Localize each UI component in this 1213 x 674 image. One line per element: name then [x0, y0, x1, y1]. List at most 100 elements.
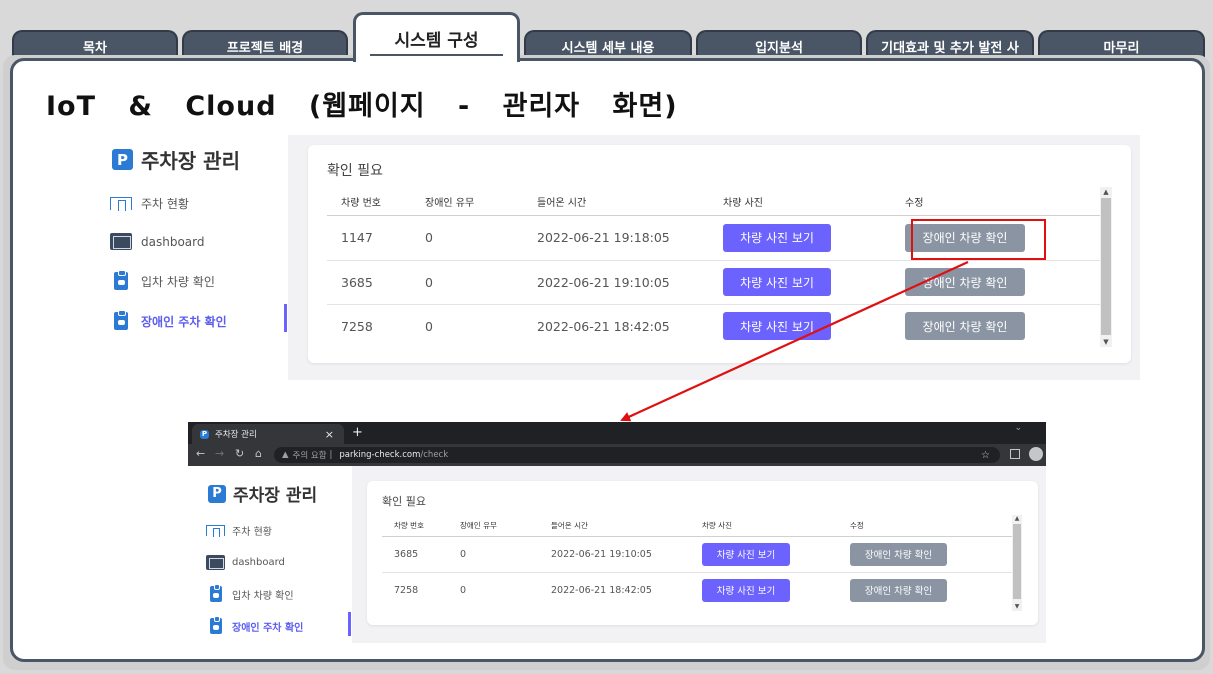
scrollbar-thumb[interactable] — [1013, 524, 1021, 599]
table-header: 차량 번호 장애인 유무 들어온 시간 차량 사진 수정 — [382, 515, 1012, 537]
clipboard-icon — [114, 309, 128, 330]
table-scrollbar[interactable]: ▲ ▼ — [1100, 187, 1112, 347]
active-tab-underline — [370, 54, 503, 56]
parking-logo-icon: P — [200, 429, 209, 439]
scroll-up-icon[interactable]: ▲ — [1100, 187, 1112, 197]
dashboard-icon — [206, 555, 225, 570]
app-logo: P 주차장 관리 — [208, 481, 317, 506]
app-sidebar: P 주차장 관리 주차 현황 dashboard 입차 차량 확인 장애인 주차… — [90, 135, 287, 380]
star-icon[interactable]: ☆ — [981, 450, 990, 461]
browser-window: P 주차장 관리 × + ⌄ ← → ↻ ⌂ ▲ 주의 요함 | parking… — [188, 422, 1046, 643]
view-photo-button[interactable]: 차량 사진 보기 — [702, 542, 790, 566]
col-disabled: 장애인 유무 — [425, 189, 537, 216]
address-bar[interactable]: ▲ 주의 요함 | parking-check.com/check ☆ — [274, 447, 1000, 463]
confirm-disabled-button[interactable]: 장애인 차량 확인 — [905, 312, 1025, 341]
clipboard-icon — [210, 616, 222, 634]
security-warning: 주의 요함 — [292, 451, 327, 461]
col-number: 차량 번호 — [327, 189, 425, 216]
browser-tab-title: 주차장 관리 — [215, 430, 257, 440]
sidebar-item-entry-check[interactable]: 입차 차량 확인 — [210, 584, 294, 602]
home-icon[interactable]: ⌂ — [255, 447, 262, 460]
browser-tab[interactable]: P 주차장 관리 × — [192, 424, 344, 444]
card-title: 확인 필요 — [327, 163, 383, 179]
scroll-down-icon[interactable]: ▼ — [1012, 603, 1022, 611]
parking-gate-icon — [110, 197, 132, 211]
sidebar-item-label: 주차 현황 — [232, 527, 272, 538]
cell-time: 2022-06-21 18:42:05 — [537, 318, 670, 334]
cell-time: 2022-06-21 19:18:05 — [537, 215, 723, 261]
table-scrollbar[interactable]: ▲ ▼ — [1012, 515, 1022, 611]
sidebar-item-entry-check[interactable]: 입차 차량 확인 — [114, 269, 215, 290]
table-row: 3685 0 2022-06-21 19:10:05 차량 사진 보기 장애인 … — [382, 536, 1012, 573]
sidebar-item-parking-status[interactable]: 주차 현황 — [206, 523, 272, 538]
view-photo-button[interactable]: 차량 사진 보기 — [723, 312, 831, 341]
slide-title: IoT & Cloud (웹페이지 - 관리자 화면) — [46, 91, 678, 122]
cell-disabled: 0 — [425, 260, 537, 305]
clipboard-icon — [114, 269, 128, 290]
warning-icon: ▲ — [282, 450, 289, 460]
highlight-box — [911, 219, 1046, 260]
col-number: 차량 번호 — [382, 515, 460, 537]
view-photo-button[interactable]: 차량 사진 보기 — [723, 223, 831, 252]
reload-icon[interactable]: ↻ — [235, 447, 244, 460]
sidebar-item-disabled-parking[interactable]: 장애인 주차 확인 — [114, 309, 227, 330]
scroll-up-icon[interactable]: ▲ — [1012, 515, 1022, 523]
cell-number: 7258 — [394, 584, 419, 596]
confirm-disabled-button[interactable]: 장애인 차량 확인 — [850, 578, 947, 602]
app-sidebar: P 주차장 관리 주차 현황 dashboard 입차 차량 확인 장애인 주차… — [188, 466, 352, 643]
view-photo-button[interactable]: 차량 사진 보기 — [723, 268, 831, 296]
cell-number: 3685 — [327, 260, 425, 305]
app-logo: P 주차장 관리 — [112, 145, 240, 174]
view-photo-button[interactable]: 차량 사진 보기 — [702, 578, 790, 602]
cell-number: 1147 — [327, 215, 425, 261]
scroll-down-icon[interactable]: ▼ — [1100, 337, 1112, 347]
chevron-down-icon[interactable]: ⌄ — [1014, 423, 1022, 433]
table-header: 차량 번호 장애인 유무 들어온 시간 차량 사진 수정 — [327, 189, 1102, 216]
active-nav-indicator — [284, 304, 287, 332]
col-edit: 수정 — [905, 189, 1102, 216]
vehicle-table: 차량 번호 장애인 유무 들어온 시간 차량 사진 수정 1147 0 2022… — [327, 189, 1102, 348]
parking-logo-icon: P — [208, 484, 226, 503]
url-path: /check — [420, 450, 449, 460]
side-panel-icon[interactable] — [1010, 449, 1020, 459]
sidebar-item-dashboard[interactable]: dashboard — [206, 555, 285, 570]
cell-number: 7258 — [341, 318, 373, 334]
cell-time: 2022-06-21 19:10:05 — [537, 260, 723, 305]
sidebar-item-parking-status[interactable]: 주차 현황 — [110, 195, 189, 212]
confirm-disabled-button[interactable]: 장애인 차량 확인 — [905, 268, 1025, 296]
col-photo: 차량 사진 — [702, 515, 850, 537]
check-card: 확인 필요 차량 번호 장애인 유무 들어온 시간 차량 사진 수정 3685 … — [367, 481, 1038, 625]
sidebar-item-label: 장애인 주차 확인 — [141, 314, 227, 329]
parking-gate-icon — [206, 525, 225, 537]
col-photo: 차량 사진 — [723, 189, 905, 216]
sidebar-item-disabled-parking[interactable]: 장애인 주차 확인 — [210, 616, 303, 634]
table-row: 7258 0 2022-06-21 18:42:05 차량 사진 보기 장애인 … — [327, 304, 1102, 348]
cell-time: 2022-06-21 18:42:05 — [551, 584, 652, 596]
tab-system-architecture[interactable]: 시스템 구성 — [353, 12, 520, 62]
forward-icon[interactable]: → — [215, 447, 224, 460]
scrollbar-thumb[interactable] — [1101, 198, 1111, 335]
sidebar-item-label: 입차 차량 확인 — [141, 274, 215, 289]
close-icon[interactable]: × — [325, 428, 334, 441]
profile-icon[interactable] — [1029, 447, 1043, 461]
cell-disabled: 0 — [425, 318, 433, 334]
cell-disabled: 0 — [460, 536, 551, 573]
col-time: 들어온 시간 — [537, 189, 723, 216]
tab-system-architecture-label: 시스템 구성 — [394, 31, 479, 51]
confirm-disabled-button[interactable]: 장애인 차량 확인 — [850, 542, 947, 566]
new-tab-icon[interactable]: + — [352, 425, 363, 440]
parking-logo-icon: P — [112, 149, 133, 170]
cell-number: 3685 — [382, 536, 460, 573]
active-nav-indicator — [348, 612, 351, 636]
sidebar-item-label: 주차 현황 — [141, 197, 189, 211]
app-logo-text: 주차장 관리 — [233, 486, 318, 506]
col-time: 들어온 시간 — [551, 515, 702, 537]
app-logo-text: 주차장 관리 — [141, 149, 240, 173]
sidebar-item-label: dashboard — [141, 234, 205, 249]
browser-toolbar: ← → ↻ ⌂ ▲ 주의 요함 | parking-check.com/chec… — [188, 444, 1046, 466]
sidebar-item-dashboard[interactable]: dashboard — [110, 233, 204, 250]
cell-disabled: 0 — [460, 584, 467, 596]
app-main: 확인 필요 차량 번호 장애인 유무 들어온 시간 차량 사진 수정 3685 … — [352, 466, 1046, 643]
back-icon[interactable]: ← — [196, 447, 205, 460]
col-disabled: 장애인 유무 — [460, 515, 551, 537]
